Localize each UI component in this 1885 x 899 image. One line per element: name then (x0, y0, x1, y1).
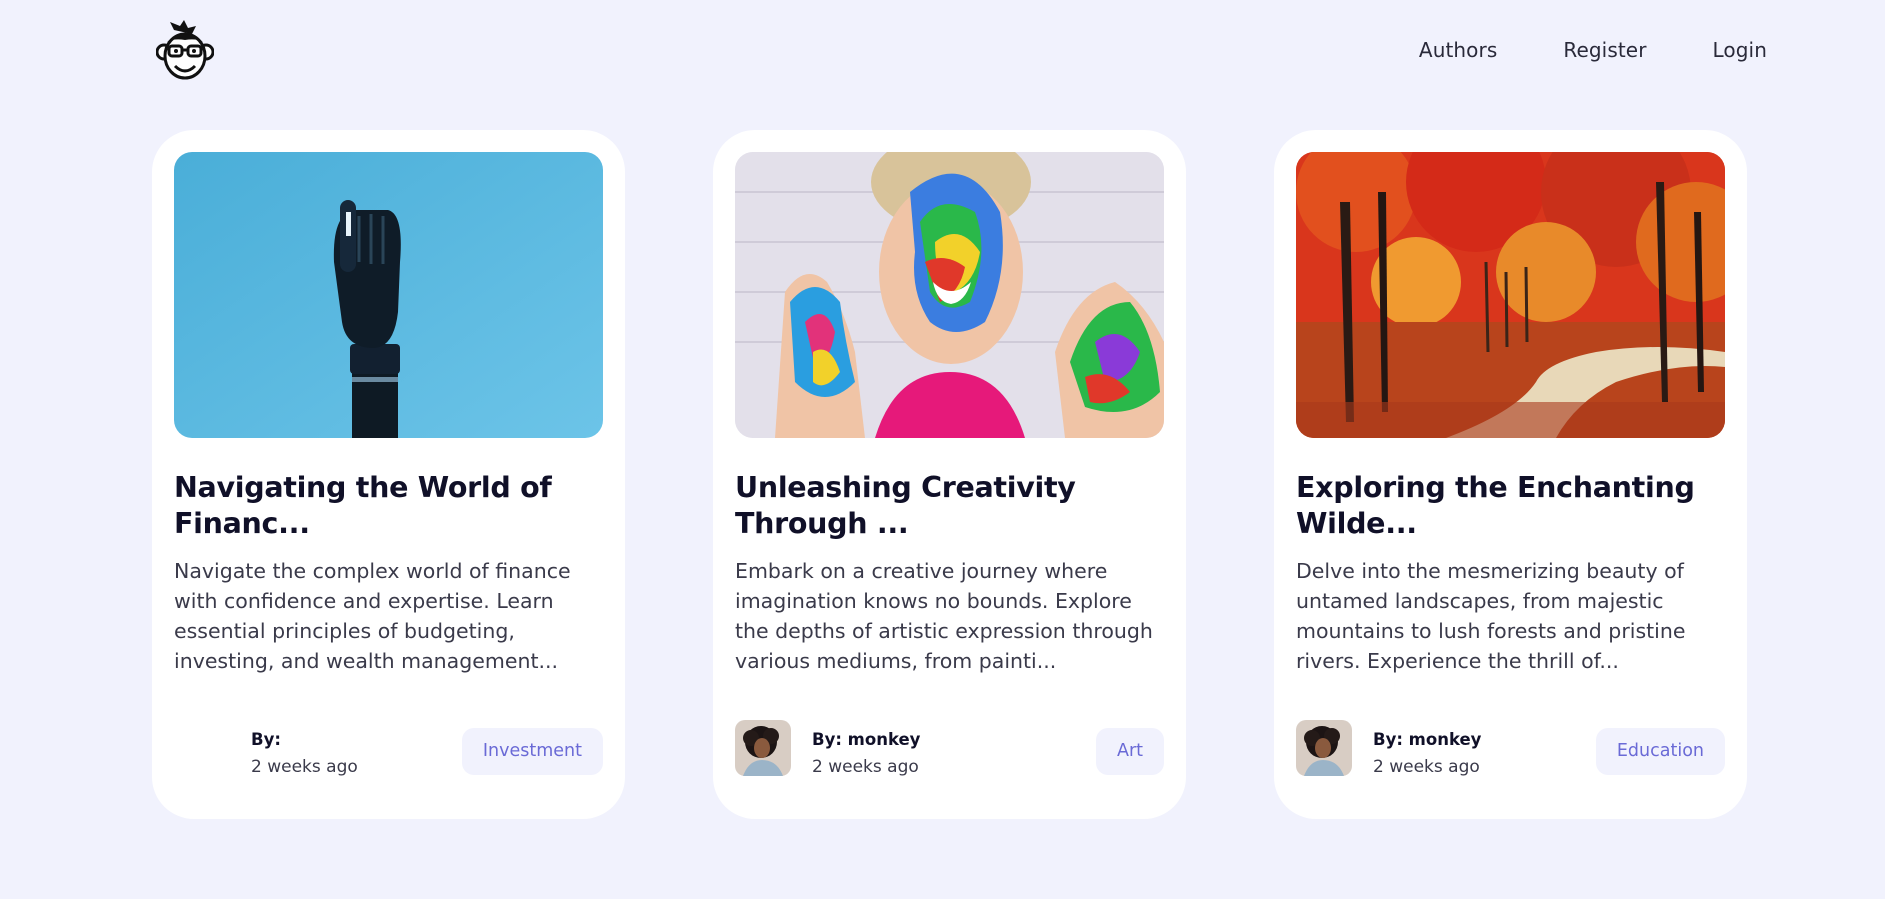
post-time: 2 weeks ago (251, 757, 358, 777)
author-avatar[interactable] (735, 720, 791, 776)
post-card[interactable]: Exploring the Enchanting Wilde... Delve … (1274, 130, 1747, 819)
post-time: 2 weeks ago (812, 757, 919, 777)
nav-login-link[interactable]: Login (1713, 38, 1767, 62)
category-tag[interactable]: Investment (461, 728, 603, 775)
post-footer: By: 2 weeks ago Investment (174, 720, 603, 777)
main-nav: Authors Register Login (1419, 38, 1767, 62)
post-author: By: monkey (812, 730, 921, 749)
author-avatar[interactable] (1296, 720, 1352, 776)
paint-covered-child-photo[interactable] (735, 152, 1164, 438)
post-author: By: monkey (1373, 730, 1482, 749)
post-footer: By: monkey 2 weeks ago Art (735, 720, 1164, 777)
post-excerpt: Navigate the complex world of finance wi… (174, 559, 571, 673)
post-title[interactable]: Navigating the World of Financ... (174, 470, 604, 542)
post-author: By: (251, 730, 281, 749)
monkey-face-logo-icon[interactable] (155, 20, 215, 82)
post-time: 2 weeks ago (1373, 757, 1480, 777)
post-title[interactable]: Unleashing Creativity Through ... (735, 470, 1165, 542)
nav-register-link[interactable]: Register (1563, 38, 1646, 62)
category-tag[interactable]: Art (1095, 728, 1164, 775)
site-header: Authors Register Login (0, 0, 1885, 100)
post-excerpt: Delve into the mesmerizing beauty of unt… (1296, 559, 1686, 673)
nav-authors-link[interactable]: Authors (1419, 38, 1497, 62)
post-title[interactable]: Exploring the Enchanting Wilde... (1296, 470, 1726, 542)
post-card[interactable]: Navigating the World of Financ... Naviga… (152, 130, 625, 819)
post-card[interactable]: Unleashing Creativity Through ... Embark… (713, 130, 1186, 819)
category-tag[interactable]: Education (1595, 728, 1725, 775)
post-excerpt: Embark on a creative journey where imagi… (735, 559, 1153, 673)
post-footer: By: monkey 2 weeks ago Education (1296, 720, 1725, 777)
robotic-hand-photo[interactable] (174, 152, 603, 438)
post-grid: Navigating the World of Financ... Naviga… (152, 130, 1747, 819)
autumn-forest-path-photo[interactable] (1296, 152, 1725, 438)
